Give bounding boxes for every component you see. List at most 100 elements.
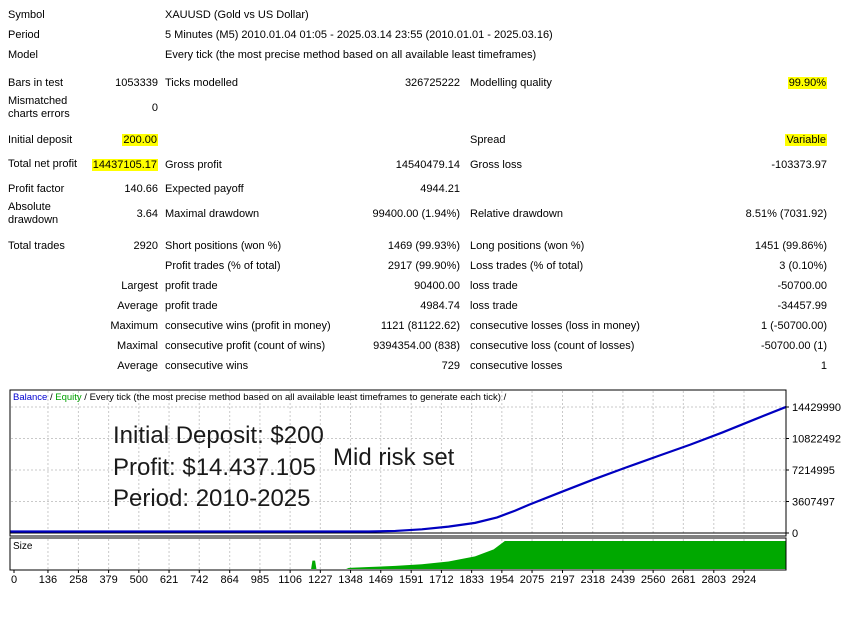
- x-axis-label: 1348: [338, 574, 362, 586]
- stat-value: 3 (0.10%): [779, 260, 827, 272]
- stat-label: Bars in test: [8, 77, 82, 90]
- stat-value: -50700.00: [777, 280, 827, 292]
- stat-value: 8.51% (7031.92): [746, 208, 827, 220]
- stat-label: consecutive losses (loss in money): [470, 320, 640, 332]
- stat-value: -50700.00 (1): [761, 340, 827, 352]
- x-axis-label: 0: [11, 574, 17, 586]
- stat-label: 5 Minutes (M5) 2010.01.04 01:05 - 2025.0…: [165, 29, 553, 41]
- stat-label: Total net profit: [8, 158, 82, 171]
- stat-value: 1053339: [82, 77, 158, 89]
- highlighted-value: Variable: [785, 134, 827, 146]
- stat-value: 1: [821, 360, 827, 372]
- stat-label: Maximal drawdown: [165, 208, 259, 220]
- stat-value: 90400.00: [414, 280, 460, 292]
- stat-value: Largest: [82, 280, 158, 292]
- stat-value: 729: [442, 360, 460, 372]
- stat-value: 200.00: [82, 134, 158, 146]
- stat-label: loss trade: [470, 300, 518, 312]
- report-row: ModelEvery tick (the most precise method…: [0, 45, 861, 65]
- highlighted-value: 200.00: [122, 134, 158, 146]
- stat-value: 4984.74: [420, 300, 460, 312]
- stat-value: -103373.97: [771, 159, 827, 171]
- chart-legend: Balance / Equity / Every tick (the most …: [13, 392, 507, 403]
- highlighted-value: 99.90%: [788, 77, 827, 89]
- legend-model: / Every tick (the most precise method ba…: [82, 392, 507, 403]
- report-row: Initial deposit200.00SpreadVariable: [0, 130, 861, 150]
- stat-value: 99400.00 (1.94%): [373, 208, 460, 220]
- x-axis-label: 2197: [550, 574, 574, 586]
- stat-value: 4944.21: [420, 183, 460, 195]
- stat-label: Gross profit: [165, 159, 222, 171]
- stat-value: -34457.99: [777, 300, 827, 312]
- stat-label: consecutive losses: [470, 360, 562, 372]
- stat-label: Relative drawdown: [470, 208, 563, 220]
- stat-label: Loss trades (% of total): [470, 260, 583, 272]
- report-row: Maximalconsecutive profit (count of wins…: [0, 336, 861, 356]
- stat-value: 14437105.17: [82, 159, 158, 171]
- legend-balance: Balance: [13, 392, 47, 403]
- x-axis-label: 1106: [278, 574, 302, 586]
- stat-label: profit trade: [165, 300, 218, 312]
- stat-label: profit trade: [165, 280, 218, 292]
- stat-label: Period: [8, 29, 82, 42]
- legend-separator: /: [47, 392, 55, 403]
- stat-value: Variable: [785, 134, 827, 146]
- stat-value: 99.90%: [788, 77, 827, 89]
- balance-chart: 0360749772149951082249214429990013625837…: [0, 385, 861, 600]
- x-axis-label: 864: [221, 574, 239, 586]
- stat-value: Average: [82, 300, 158, 312]
- stat-label: consecutive profit (count of wins): [165, 340, 325, 352]
- report-row: Absolute drawdown3.64Maximal drawdown994…: [0, 199, 861, 228]
- x-axis-label: 1954: [490, 574, 514, 586]
- chart-annotation: Initial Deposit: $200: [113, 422, 324, 449]
- x-axis-label: 1469: [369, 574, 393, 586]
- report-row: Mismatched charts errors0: [0, 93, 861, 122]
- stat-value: 1451 (99.86%): [755, 240, 827, 252]
- x-axis-label: 2924: [732, 574, 756, 586]
- stat-value: Maximum: [82, 320, 158, 332]
- highlighted-value: 14437105.17: [92, 159, 158, 171]
- x-axis-label: 500: [130, 574, 148, 586]
- x-axis-label: 742: [190, 574, 208, 586]
- legend-equity: Equity: [55, 392, 82, 403]
- stat-value: 9394354.00 (838): [373, 340, 460, 352]
- y-axis-label: 3607497: [792, 497, 835, 509]
- stat-label: Total trades: [8, 240, 82, 253]
- stat-label: Modelling quality: [470, 77, 552, 89]
- report-row: SymbolXAUUSD (Gold vs US Dollar): [0, 5, 861, 25]
- stat-label: Profit factor: [8, 183, 82, 196]
- x-axis-label: 2318: [580, 574, 604, 586]
- stat-label: consecutive wins (profit in money): [165, 320, 331, 332]
- chart-annotation: Profit: $14.437.105: [113, 454, 316, 481]
- x-axis-label: 2681: [671, 574, 695, 586]
- stat-label: Ticks modelled: [165, 77, 238, 89]
- stat-label: consecutive loss (count of losses): [470, 340, 634, 352]
- chart-annotation: Mid risk set: [333, 444, 455, 471]
- chart-annotation: Period: 2010-2025: [113, 485, 310, 512]
- stat-label: Mismatched charts errors: [8, 95, 82, 121]
- report-row: Average consecutive wins 729 consecutive lo…: [0, 356, 861, 376]
- stat-value: 1469 (99.93%): [388, 240, 460, 252]
- stat-label: Short positions (won %): [165, 240, 281, 252]
- stat-value: 14540479.14: [396, 159, 460, 171]
- stat-value: 326725222: [405, 77, 460, 89]
- report-row: Period 5 Minutes (M5) 2010.01.04 01:05 - …: [0, 25, 861, 45]
- x-axis-label: 1712: [429, 574, 453, 586]
- y-axis-label: 14429990: [792, 402, 841, 414]
- stat-label: Symbol: [8, 9, 82, 22]
- x-axis-label: 621: [160, 574, 178, 586]
- stat-label: Long positions (won %): [470, 240, 584, 252]
- x-axis-label: 258: [69, 574, 87, 586]
- stat-value: 2920: [82, 240, 158, 252]
- stat-value: Average: [82, 360, 158, 372]
- x-axis-label: 2075: [520, 574, 544, 586]
- report-row: Profit factor140.66Expected payoff4944.2…: [0, 179, 861, 199]
- stat-label: consecutive wins: [165, 360, 248, 372]
- x-axis-label: 2560: [641, 574, 665, 586]
- x-axis-label: 2803: [702, 574, 726, 586]
- report-row: Total trades2920 Short positions (won %) 1…: [0, 236, 861, 256]
- report-row: Total net profit 14437105.17 Gross profit 1…: [0, 150, 861, 179]
- stat-label: Profit trades (% of total): [165, 260, 281, 272]
- size-panel-label: Size: [13, 541, 33, 552]
- x-axis-label: 2439: [611, 574, 635, 586]
